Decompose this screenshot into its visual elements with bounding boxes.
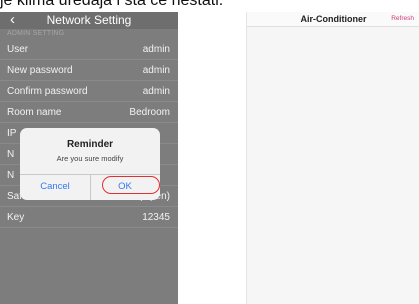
row-value: Bedroom	[129, 107, 170, 118]
cancel-button[interactable]: Cancel	[20, 174, 90, 200]
row-label: New password	[7, 65, 73, 76]
row-value: admin	[142, 86, 170, 97]
nav-bar: ‹ Network Setting	[0, 12, 178, 29]
settings-row-confirm-password[interactable]: Confirm password admin	[0, 81, 178, 102]
nav-bar: Air-Conditioner Refresh	[247, 12, 419, 27]
dialog-message: Are you sure modify	[56, 154, 124, 163]
row-label: N	[7, 149, 15, 160]
settings-row-room-name[interactable]: Room name Bedroom	[0, 102, 178, 123]
refresh-button[interactable]: Refresh	[391, 15, 414, 22]
row-label: Confirm password	[7, 86, 88, 97]
row-label: IP	[7, 128, 17, 139]
row-value: admin	[142, 65, 170, 76]
settings-row-key[interactable]: Key 12345	[0, 207, 178, 228]
network-setting-screen: ‹ Network Setting ADMIN SETTING User adm…	[0, 12, 178, 304]
row-value: 12345	[142, 212, 170, 223]
air-conditioner-screen: Air-Conditioner Refresh	[246, 12, 419, 304]
ok-highlight-circle	[102, 176, 160, 194]
settings-row-new-password[interactable]: New password admin	[0, 60, 178, 81]
row-label: Key	[7, 212, 25, 223]
screen-title: Network Setting	[46, 13, 132, 27]
settings-row-user[interactable]: User admin	[0, 39, 178, 60]
row-label: N	[7, 170, 15, 181]
row-label: Room name	[7, 107, 62, 118]
page-caption: je klima uredaja i sta ce nestati.	[0, 0, 224, 9]
row-label: User	[7, 44, 29, 55]
section-header: ADMIN SETTING	[7, 30, 65, 37]
row-value: admin	[142, 44, 170, 55]
dialog-title: Reminder	[66, 139, 114, 150]
